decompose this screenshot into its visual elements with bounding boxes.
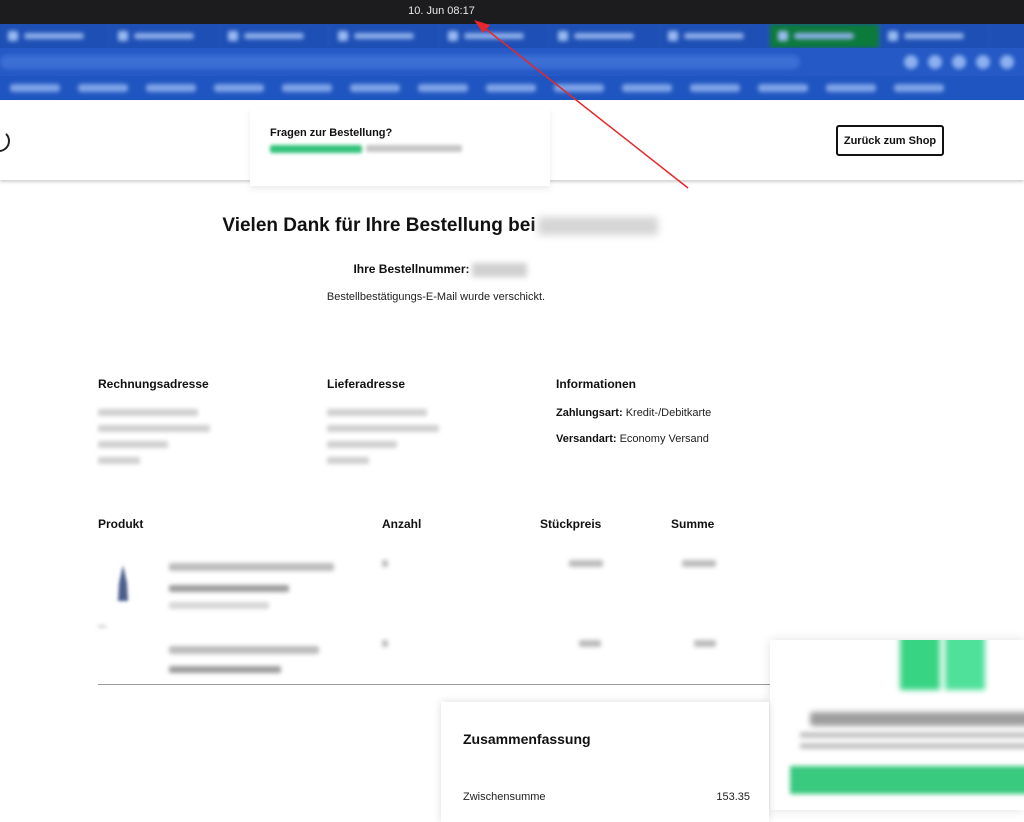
product-quantity-redacted [382, 560, 388, 567]
bookmark-item[interactable] [10, 84, 60, 92]
bookmark-item[interactable] [758, 84, 808, 92]
order-number-redacted [471, 262, 527, 277]
browser-tab[interactable] [110, 24, 220, 48]
help-title: Fragen zur Bestellung? [270, 127, 393, 139]
product-unit-price-redacted [569, 560, 603, 567]
browser-tab-active[interactable] [770, 24, 880, 48]
shipping-method-value: Economy Versand [619, 433, 709, 445]
payment-method-label: Zahlungsart: [556, 407, 623, 419]
thank-you-heading: Vielen Dank für Ihre Bestellung bei [0, 215, 880, 237]
bookmark-item[interactable] [214, 84, 264, 92]
bookmarks-bar [0, 76, 1024, 100]
payment-method: Zahlungsart: Kredit-/Debitkarte [556, 407, 711, 419]
browser-tab[interactable] [440, 24, 550, 48]
bookmark-item[interactable] [350, 84, 400, 92]
shipping-address: Lieferadresse [327, 377, 439, 473]
browser-tab[interactable] [330, 24, 440, 48]
extension-icon[interactable] [904, 55, 918, 69]
extension-icon[interactable] [928, 55, 942, 69]
order-number-label: Ihre Bestellnummer: [353, 262, 470, 276]
browser-tab-strip [0, 24, 1024, 48]
gift-icon [900, 640, 990, 700]
promo-text-redacted [800, 732, 1024, 738]
back-to-shop-button[interactable]: Zurück zum Shop [836, 125, 944, 156]
summary-title: Zusammenfassung [463, 731, 591, 747]
browser-address-bar [0, 48, 1024, 76]
promo-cta-button[interactable] [790, 766, 1024, 794]
payment-method-value: Kredit-/Debitkarte [625, 407, 712, 419]
bookmark-item[interactable] [146, 84, 196, 92]
bookmark-item[interactable] [418, 84, 468, 92]
browser-tab[interactable] [550, 24, 660, 48]
browser-tab[interactable] [220, 24, 330, 48]
url-input[interactable] [0, 55, 800, 69]
os-top-bar: 10. Jun 08:17 [0, 0, 1024, 24]
product-detail-redacted [169, 666, 281, 673]
column-header-quantity: Anzahl [382, 517, 422, 531]
product-total-redacted [694, 640, 716, 647]
table-row [98, 626, 769, 676]
product-thumbnail[interactable] [115, 565, 131, 601]
browser-tab[interactable] [660, 24, 770, 48]
bookmark-item[interactable] [282, 84, 332, 92]
billing-address-redacted [98, 409, 210, 464]
confirmation-mail-note: Bestellbestätigungs-E-Mail wurde verschi… [326, 291, 546, 303]
shipping-method: Versandart: Economy Versand [556, 433, 711, 445]
bookmark-item[interactable] [894, 84, 944, 92]
shop-logo[interactable] [0, 130, 10, 152]
profile-icon[interactable] [1000, 55, 1014, 69]
shipping-address-title: Lieferadresse [327, 377, 406, 391]
column-header-total: Summe [671, 517, 715, 531]
bookmark-item[interactable] [554, 84, 604, 92]
product-name-redacted [169, 563, 334, 571]
order-confirmation-page: Fragen zur Bestellung? Zurück zum Shop V… [0, 100, 1024, 822]
subtotal-value: 153.35 [716, 791, 750, 803]
product-variant-redacted [169, 585, 289, 592]
product-sku-redacted [169, 602, 269, 609]
billing-address: Rechnungsadresse [98, 377, 210, 473]
shop-name-redacted [537, 217, 658, 235]
table-row [99, 540, 769, 626]
browser-tab[interactable] [0, 24, 110, 48]
bookmark-item[interactable] [78, 84, 128, 92]
product-total-redacted [682, 560, 716, 567]
browser-toolbar-icons [904, 55, 1014, 69]
promo-text-redacted [800, 743, 1024, 749]
site-header: Fragen zur Bestellung? Zurück zum Shop [0, 100, 1024, 186]
browser-tab[interactable] [880, 24, 990, 48]
table-divider [98, 684, 770, 685]
extension-icon[interactable] [976, 55, 990, 69]
os-clock[interactable]: 10. Jun 08:17 [0, 5, 883, 17]
billing-address-title: Rechnungsadresse [98, 377, 209, 391]
promo-popup[interactable] [770, 640, 1024, 810]
shipping-method-label: Versandart: [556, 433, 617, 445]
column-header-unit-price: Stückpreis [540, 517, 602, 531]
bookmark-item[interactable] [486, 84, 536, 92]
help-box: Fragen zur Bestellung? [250, 108, 550, 186]
product-unit-price-redacted [579, 640, 601, 647]
order-information-title: Informationen [556, 377, 636, 391]
row-divider [98, 626, 106, 627]
shipping-address-redacted [327, 409, 439, 464]
bookmark-item[interactable] [826, 84, 876, 92]
promo-headline-redacted [810, 712, 1024, 726]
bookmark-item[interactable] [622, 84, 672, 92]
order-summary: Zusammenfassung Zwischensumme 153.35 [441, 702, 769, 822]
help-contact-redacted [270, 145, 530, 153]
column-header-product: Produkt [98, 517, 144, 531]
subtotal-label: Zwischensumme [463, 791, 546, 803]
extension-icon[interactable] [952, 55, 966, 69]
order-number: Ihre Bestellnummer: [0, 262, 880, 277]
bookmark-item[interactable] [690, 84, 740, 92]
product-quantity-redacted [382, 640, 388, 647]
order-information: Informationen Zahlungsart: Kredit-/Debit… [556, 377, 711, 445]
product-name-redacted [169, 646, 319, 654]
thank-you-title: Vielen Dank für Ihre Bestellung bei [222, 215, 536, 236]
